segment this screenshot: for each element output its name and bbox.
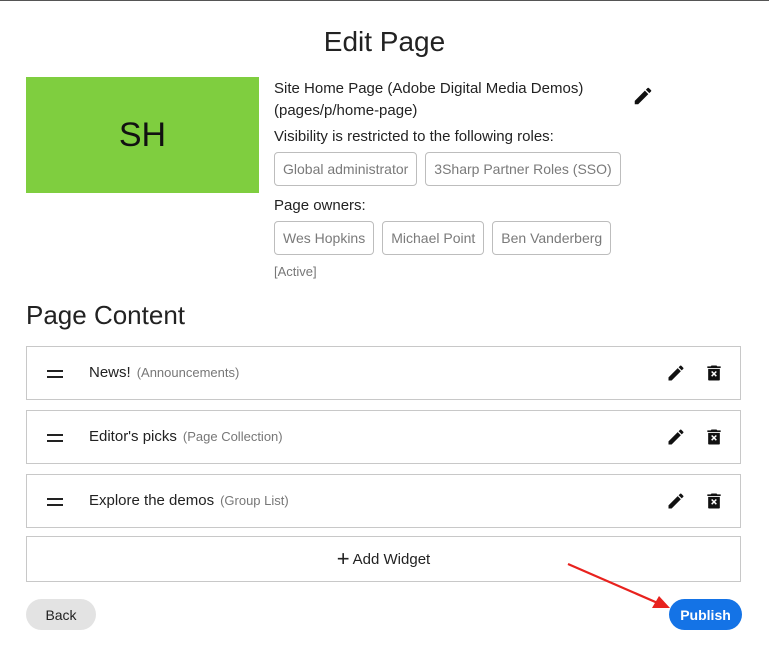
widget-name: News! [89,364,131,381]
avatar-initials: SH [118,115,167,154]
pencil-icon[interactable] [666,491,686,511]
drag-handle-icon[interactable] [47,370,63,378]
owners-list: Wes Hopkins Michael Point Ben Vanderberg [274,221,634,255]
back-button[interactable]: Back [26,599,96,630]
widget-row: News! (Announcements) [26,346,741,400]
widget-row: Editor's picks (Page Collection) [26,410,741,464]
widget-type: (Announcements) [136,365,240,380]
widget-row: Explore the demos (Group List) [26,474,741,528]
visibility-label: Visibility is restricted to the followin… [274,128,554,145]
trash-icon[interactable] [704,363,724,383]
role-tag: 3Sharp Partner Roles (SSO) [425,152,621,186]
roles-list: Global administrator 3Sharp Partner Role… [274,152,634,186]
widget-type: (Page Collection) [182,429,283,444]
owners-label: Page owners: [274,197,366,214]
owner-tag: Wes Hopkins [274,221,375,255]
arrow-annotation [567,562,670,608]
drag-handle-icon[interactable] [47,434,63,442]
role-tag: Global administrator [274,152,418,186]
trash-icon[interactable] [704,491,724,511]
owner-tag: Ben Vanderberg [492,221,612,255]
add-widget-label: Add Widget [352,550,431,568]
edit-page-pencil-icon[interactable] [632,85,654,107]
status-badge: [Active] [274,264,317,279]
page-name: Site Home Page (Adobe Digital Media Demo… [274,80,584,97]
page-path: (pages/p/home-page) [274,102,418,119]
pencil-icon[interactable] [666,363,686,383]
plus-icon: + [336,546,350,571]
trash-icon[interactable] [704,427,724,447]
page-avatar: SH [26,77,259,193]
page-content-title: Page Content [26,300,186,330]
top-border [0,0,769,1]
drag-handle-icon[interactable] [47,498,63,506]
pencil-icon[interactable] [666,427,686,447]
owner-tag: Michael Point [382,221,485,255]
widget-type: (Group List) [220,493,289,508]
widget-name: Explore the demos [89,492,215,509]
page-info: Site Home Page (Adobe Digital Media Demo… [274,78,634,279]
widget-name: Editor's picks [89,428,177,445]
page-title: Edit Page [323,26,446,57]
